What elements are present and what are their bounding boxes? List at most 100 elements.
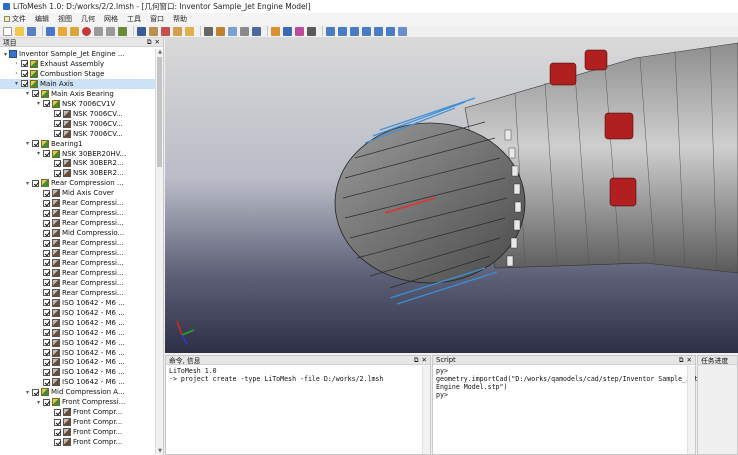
menu-geometry[interactable]: 几何 xyxy=(81,14,95,24)
tree-item[interactable]: Mid Compressio... xyxy=(0,228,155,238)
tree-item[interactable]: Rear Compressi... xyxy=(0,248,155,258)
visibility-checkbox[interactable] xyxy=(43,249,50,257)
menu-file[interactable]: 文件 xyxy=(4,14,26,24)
tree-item[interactable]: ▾ Main Axis xyxy=(0,78,155,89)
tree-item[interactable]: ▾ Mid Compression A... xyxy=(0,387,155,397)
view-iso-icon[interactable] xyxy=(398,26,407,36)
tree-item[interactable]: ISO 10642 - M6 ... xyxy=(0,318,155,328)
clip-icon[interactable] xyxy=(307,26,316,36)
command-scrollbar[interactable] xyxy=(422,366,430,454)
select-cursor-icon[interactable] xyxy=(204,26,213,36)
panel-float-icon[interactable]: ⧉ xyxy=(147,38,152,47)
open-project-icon[interactable] xyxy=(58,26,67,36)
visibility-checkbox[interactable] xyxy=(43,299,50,307)
script-console[interactable]: py> geometry.importCad("D:/works/qamodel… xyxy=(433,365,698,401)
folder-icon[interactable] xyxy=(70,26,79,36)
visibility-checkbox[interactable] xyxy=(43,100,50,108)
view-bottom-icon[interactable] xyxy=(386,26,395,36)
new-file-icon[interactable] xyxy=(3,26,12,36)
layer-icon[interactable] xyxy=(173,26,182,36)
tree-item[interactable]: Front Compr... xyxy=(0,407,155,417)
tree-item[interactable]: ISO 10642 - M6 ... xyxy=(0,298,155,308)
panel-float-icon[interactable]: ⧉ xyxy=(414,356,419,365)
tree-item[interactable]: Rear Compressi... xyxy=(0,218,155,228)
visibility-checkbox[interactable] xyxy=(43,378,50,386)
jet-engine-model[interactable] xyxy=(165,38,738,353)
tree-item[interactable]: ▾ NSK 7006CV1V xyxy=(0,99,155,109)
tree-item[interactable]: ▾ NSK 30BER20HV... xyxy=(0,149,155,159)
expand-arrow-icon[interactable]: ▾ xyxy=(13,80,20,87)
tree-item[interactable]: Rear Compressi... xyxy=(0,268,155,278)
zoom-box-icon[interactable] xyxy=(228,26,237,36)
tree-item[interactable]: ISO 10642 - M6 ... xyxy=(0,338,155,348)
tree-item[interactable]: Rear Compressi... xyxy=(0,258,155,268)
menu-view[interactable]: 视图 xyxy=(58,14,72,24)
import-icon[interactable] xyxy=(46,26,55,36)
tree-item[interactable]: Rear Compressi... xyxy=(0,288,155,298)
tree-item[interactable]: ISO 10642 - M6 ... xyxy=(0,377,155,387)
visibility-checkbox[interactable] xyxy=(43,329,50,337)
visibility-checkbox[interactable] xyxy=(43,368,50,376)
undo-icon[interactable] xyxy=(94,26,103,36)
visibility-checkbox[interactable] xyxy=(43,339,50,347)
visibility-checkbox[interactable] xyxy=(21,80,28,88)
redo-icon[interactable] xyxy=(106,26,115,36)
wireframe-icon[interactable] xyxy=(283,26,292,36)
collapse-arrow-icon[interactable]: › xyxy=(13,70,20,77)
view-top-icon[interactable] xyxy=(374,26,383,36)
panel-close-icon[interactable]: ✕ xyxy=(687,356,692,365)
tree-item[interactable]: ISO 10642 - M6 ... xyxy=(0,328,155,338)
tree-item[interactable]: NSK 7006CV... xyxy=(0,109,155,119)
menu-tools[interactable]: 工具 xyxy=(127,14,141,24)
visibility-checkbox[interactable] xyxy=(43,239,50,247)
zoom-icon[interactable] xyxy=(240,26,249,36)
command-output[interactable]: LiToMesh 1.0 -> project create -type LiT… xyxy=(166,365,430,385)
visibility-checkbox[interactable] xyxy=(54,159,61,167)
visibility-checkbox[interactable] xyxy=(21,60,28,68)
visibility-checkbox[interactable] xyxy=(32,90,39,98)
color-icon[interactable] xyxy=(295,26,304,36)
visibility-checkbox[interactable] xyxy=(54,438,61,446)
visibility-checkbox[interactable] xyxy=(43,349,50,356)
tree-item[interactable]: ▾ Rear Compression ... xyxy=(0,178,155,188)
scroll-down-icon[interactable]: ▼ xyxy=(156,448,164,455)
expand-arrow-icon[interactable]: ▾ xyxy=(2,51,9,58)
tree-item[interactable]: Mid Axis Cover xyxy=(0,188,155,198)
visibility-checkbox[interactable] xyxy=(54,169,61,177)
visibility-checkbox[interactable] xyxy=(32,179,39,187)
tree-item[interactable]: ▾ Inventor Sample_Jet Engine ... xyxy=(0,49,155,59)
visibility-checkbox[interactable] xyxy=(43,398,50,406)
scroll-thumb[interactable] xyxy=(157,57,162,167)
visibility-checkbox[interactable] xyxy=(43,229,50,237)
panel-close-icon[interactable]: ✕ xyxy=(155,38,160,47)
tree-item[interactable]: NSK 30BER2... xyxy=(0,168,155,178)
menu-mesh[interactable]: 网格 xyxy=(104,14,118,24)
tree-item[interactable]: Rear Compressi... xyxy=(0,238,155,248)
expand-arrow-icon[interactable]: ▾ xyxy=(24,140,31,147)
view-left-icon[interactable] xyxy=(350,26,359,36)
visibility-checkbox[interactable] xyxy=(32,140,39,148)
visibility-checkbox[interactable] xyxy=(54,428,61,436)
visibility-checkbox[interactable] xyxy=(43,209,50,217)
visibility-checkbox[interactable] xyxy=(54,120,61,128)
visibility-checkbox[interactable] xyxy=(43,269,50,277)
tree-item[interactable]: NSK 30BER2... xyxy=(0,158,155,168)
tree-scrollbar[interactable]: ▲ ▼ xyxy=(155,49,163,455)
tree-item[interactable]: › Exhaust Assembly xyxy=(0,59,155,69)
tree-item[interactable]: ▾ Main Axis Bearing xyxy=(0,89,155,99)
visibility-checkbox[interactable] xyxy=(43,150,50,157)
visibility-checkbox[interactable] xyxy=(21,70,28,78)
visibility-checkbox[interactable] xyxy=(54,418,61,426)
menu-help[interactable]: 帮助 xyxy=(173,14,187,24)
menu-edit[interactable]: 编辑 xyxy=(35,14,49,24)
expand-arrow-icon[interactable]: ▾ xyxy=(35,399,42,406)
save-icon[interactable] xyxy=(27,26,36,36)
tree-item[interactable]: ▾ Bearing1 xyxy=(0,139,155,149)
visibility-checkbox[interactable] xyxy=(43,219,50,227)
geometry-view-icon[interactable] xyxy=(137,26,146,36)
scroll-up-icon[interactable]: ▲ xyxy=(156,49,164,56)
visibility-checkbox[interactable] xyxy=(43,358,50,366)
geometry-viewport[interactable] xyxy=(165,38,738,353)
expand-arrow-icon[interactable]: ▾ xyxy=(24,90,31,97)
view-right-icon[interactable] xyxy=(362,26,371,36)
